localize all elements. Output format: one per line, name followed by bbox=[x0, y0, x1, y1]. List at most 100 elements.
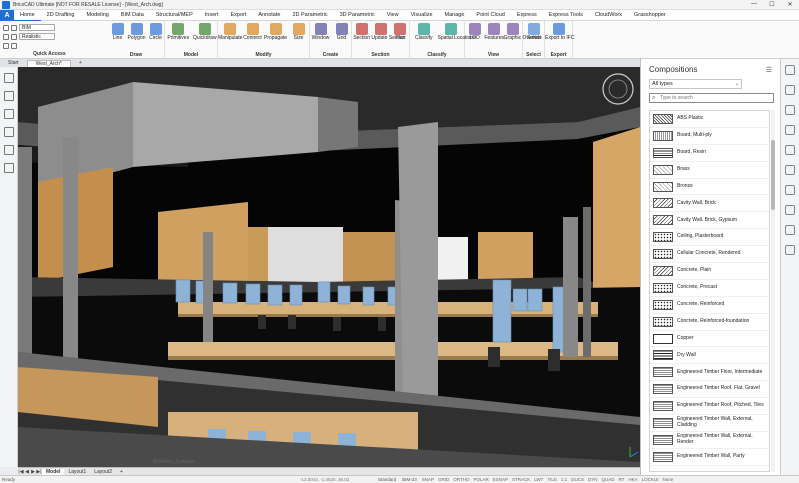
materials-icon[interactable] bbox=[785, 185, 795, 195]
ribbon-tab-structural-mep[interactable]: Structural/MEP bbox=[150, 10, 199, 21]
section-button[interactable]: Section bbox=[352, 23, 371, 42]
status-toggle-esnap[interactable]: ESNAP bbox=[491, 477, 510, 482]
status-toggle-strack[interactable]: STRACK bbox=[510, 477, 532, 482]
composition-item[interactable]: ABS Plastic bbox=[650, 111, 769, 128]
ribbon-tab-3d-parametric[interactable]: 3D Parametric bbox=[334, 10, 381, 21]
new-layout-button[interactable]: + bbox=[116, 469, 127, 475]
status-toggle-dyn[interactable]: DYN bbox=[586, 477, 600, 482]
composition-item[interactable]: Cellular Concrete, Rendered bbox=[650, 246, 769, 264]
profiles-icon[interactable] bbox=[785, 145, 795, 155]
undo-icon[interactable] bbox=[11, 33, 17, 40]
status-toggle-ortho[interactable]: ORTHO bbox=[451, 477, 471, 482]
composition-item[interactable]: Board, Resin bbox=[650, 145, 769, 162]
composition-item[interactable]: Dry Wall bbox=[650, 347, 769, 365]
search-input[interactable]: ⌕ Type to search bbox=[649, 93, 774, 103]
composition-item[interactable]: Engineered Timber Floor, Intermediate bbox=[650, 364, 769, 382]
save-icon[interactable] bbox=[3, 33, 9, 40]
workspace[interactable]: BIM-23 bbox=[399, 477, 420, 482]
composition-item[interactable]: Concrete, Reinforced-foundation bbox=[650, 314, 769, 331]
ribbon-tab-bim-data[interactable]: BIM Data bbox=[115, 10, 150, 21]
ribbon-tab-visualize[interactable]: Visualize bbox=[405, 10, 439, 21]
select-button[interactable]: Select bbox=[523, 23, 545, 42]
application-menu-button[interactable]: A bbox=[0, 9, 14, 21]
spatial-locations-button[interactable]: Spatial Locations bbox=[438, 23, 476, 42]
minimize-button[interactable]: — bbox=[745, 1, 763, 8]
bim-properties-icon[interactable] bbox=[785, 225, 795, 235]
export-to-ifc-button[interactable]: Export to IFC bbox=[545, 23, 574, 42]
ribbon-tab-express-tools[interactable]: Express Tools bbox=[543, 10, 589, 21]
grid-button[interactable]: Grid bbox=[331, 23, 352, 42]
pin-icon[interactable] bbox=[3, 73, 14, 83]
library-icon[interactable] bbox=[785, 165, 795, 175]
composition-item[interactable]: Engineered Timber Roof, Flat, Gravel bbox=[650, 381, 769, 399]
manipulate-button[interactable]: Manipulate bbox=[218, 23, 242, 42]
composition-item[interactable]: Cavity Wall, Brick bbox=[650, 195, 769, 213]
status-toggle-rt[interactable]: RT bbox=[617, 477, 627, 482]
ribbon-tab-express[interactable]: Express bbox=[511, 10, 543, 21]
composition-item[interactable]: Concrete, Reinforced bbox=[650, 297, 769, 314]
ribbon-tab-modeling[interactable]: Modeling bbox=[81, 10, 115, 21]
graphic-override-button[interactable]: Graphic Override bbox=[504, 23, 542, 42]
list-scrollbar[interactable] bbox=[771, 110, 775, 472]
ribbon-tab-point-cloud[interactable]: Point Cloud bbox=[470, 10, 510, 21]
new-icon[interactable] bbox=[3, 24, 9, 31]
lod-button[interactable]: LOD bbox=[465, 23, 484, 42]
propagate-button[interactable]: Propagate bbox=[264, 23, 287, 42]
open-icon[interactable] bbox=[11, 24, 17, 31]
redo-icon[interactable] bbox=[11, 42, 17, 49]
maximize-button[interactable]: ☐ bbox=[763, 1, 781, 8]
status-toggle-snap[interactable]: SNAP bbox=[420, 477, 436, 482]
hamburger-menu-icon[interactable]: ☰ bbox=[766, 66, 772, 74]
tab-layout2[interactable]: Layout2 bbox=[90, 469, 116, 475]
ribbon-tab-2d-parametric[interactable]: 2D Parametric bbox=[286, 10, 333, 21]
line-button[interactable]: Line bbox=[108, 23, 127, 42]
circle-button[interactable]: Circle bbox=[146, 23, 165, 42]
tab-start[interactable]: Start bbox=[0, 60, 27, 67]
status-toggle-grid[interactable]: GRID bbox=[436, 477, 451, 482]
tab-layout1[interactable]: Layout1 bbox=[64, 469, 90, 475]
grid-icon[interactable] bbox=[3, 145, 14, 155]
ribbon-tab-2d-drafting[interactable]: 2D Drafting bbox=[41, 10, 81, 21]
ribbon-tab-export[interactable]: Export bbox=[225, 10, 253, 21]
features-button[interactable]: Features bbox=[484, 23, 504, 42]
update-section-button[interactable]: Update Section bbox=[371, 23, 406, 42]
primitives-button[interactable]: Primitives bbox=[165, 23, 192, 42]
ribbon-tab-manage[interactable]: Manage bbox=[439, 10, 471, 21]
visual-style-combo[interactable]: Realistic bbox=[19, 33, 55, 40]
model-viewport[interactable]: BxSelect_Dynamic bbox=[18, 67, 640, 467]
properties-icon[interactable] bbox=[785, 85, 795, 95]
ribbon-tab-view[interactable]: View bbox=[381, 10, 405, 21]
status-toggle-quad[interactable]: QUAD bbox=[600, 477, 617, 482]
layers-icon[interactable] bbox=[3, 109, 14, 119]
status-toggle-tile[interactable]: TILE bbox=[545, 477, 559, 482]
composition-item[interactable]: Engineered Timber Wall, Party bbox=[650, 449, 769, 466]
ribbon-tab-grasshopper[interactable]: Grasshopper bbox=[628, 10, 672, 21]
composition-item[interactable]: Engineered Timber Wall, External, Claddi… bbox=[650, 415, 769, 432]
quickdraw-button[interactable]: Quickdraw bbox=[192, 23, 219, 42]
layer-combo[interactable]: BIM bbox=[19, 24, 55, 31]
scrollbar-thumb[interactable] bbox=[771, 140, 775, 210]
status-toggle-lwt[interactable]: LWT bbox=[532, 477, 545, 482]
status-toggle-none[interactable]: None bbox=[660, 477, 675, 482]
structure-browser-icon[interactable] bbox=[785, 105, 795, 115]
settings-icon[interactable] bbox=[785, 245, 795, 255]
compositions-icon[interactable] bbox=[785, 125, 795, 135]
composition-item[interactable]: Concrete, Plain bbox=[650, 263, 769, 280]
plan-button[interactable]: Plan bbox=[391, 23, 410, 42]
structure-icon[interactable] bbox=[3, 127, 14, 137]
ribbon-tab-annotate[interactable]: Annotate bbox=[252, 10, 286, 21]
tab-model[interactable]: Model bbox=[42, 468, 65, 475]
composition-item[interactable]: Cavity Wall, Brick, Gypsum bbox=[650, 212, 769, 230]
composition-item[interactable]: Copper bbox=[650, 331, 769, 348]
composition-item[interactable]: Engineered Timber Roof, Pitched, Tiles bbox=[650, 398, 769, 416]
new-tab-button[interactable]: + bbox=[71, 60, 90, 67]
blocks-icon[interactable] bbox=[3, 163, 14, 173]
status-toggle-ducs[interactable]: DUCS bbox=[569, 477, 586, 482]
text-style[interactable]: Standard bbox=[375, 477, 399, 482]
composition-item[interactable]: Bronze bbox=[650, 179, 769, 196]
composition-item[interactable]: Engineered Timber Wall, External, Render bbox=[650, 432, 769, 449]
composition-item[interactable]: Ceiling, Plasterboard bbox=[650, 229, 769, 247]
ribbon-tab-home[interactable]: Home bbox=[14, 10, 41, 21]
size-button[interactable]: Size bbox=[287, 23, 310, 42]
composition-item[interactable]: Concrete, Precast bbox=[650, 280, 769, 297]
